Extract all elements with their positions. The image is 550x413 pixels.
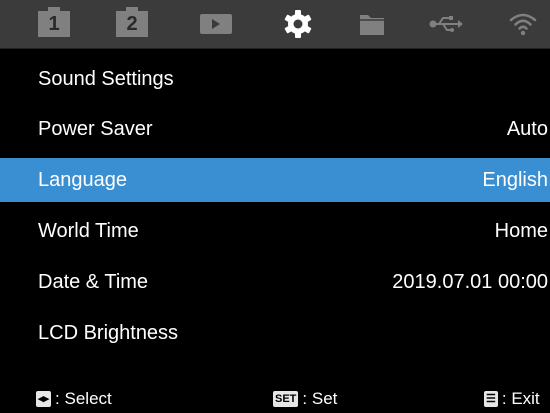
tab-playback[interactable] bbox=[190, 0, 242, 48]
tab-1-number: 1 bbox=[48, 13, 60, 35]
menu-item-date-time[interactable]: Date & Time 2019.07.01 00:00 bbox=[0, 260, 550, 304]
menu-item-lcd-brightness[interactable]: LCD Brightness bbox=[0, 311, 550, 355]
tab-shooting-1[interactable]: 1 bbox=[28, 0, 80, 48]
menu-item-label: Language bbox=[38, 168, 127, 191]
menu-item-sound-settings[interactable]: Sound Settings bbox=[0, 57, 550, 101]
tab-usb[interactable] bbox=[416, 0, 476, 48]
usb-icon bbox=[429, 16, 463, 32]
menu-item-world-time[interactable]: World Time Home bbox=[0, 209, 550, 253]
menu-item-value: English bbox=[482, 168, 548, 191]
hint-set-label: : Set bbox=[302, 389, 338, 408]
tab-setup[interactable] bbox=[270, 0, 326, 48]
menu-item-label: Power Saver bbox=[38, 117, 153, 140]
camera-2-icon: 2 bbox=[116, 7, 148, 37]
tab-shooting-2[interactable]: 2 bbox=[106, 0, 158, 48]
menu-item-label: World Time bbox=[38, 219, 139, 242]
hint-exit: ☰ : Exit bbox=[484, 389, 540, 409]
menu-item-value: Home bbox=[494, 219, 548, 242]
tab-divider bbox=[0, 48, 550, 49]
tab-2-number: 2 bbox=[126, 13, 138, 35]
footer-hints: ◂▸ : Select SET : Set ☰ : Exit bbox=[0, 383, 550, 413]
menu-item-label: Date & Time bbox=[38, 270, 149, 293]
dpad-key-icon: ◂▸ bbox=[36, 391, 52, 407]
hint-exit-label: : Exit bbox=[501, 389, 540, 408]
tab-bar: 1 2 bbox=[0, 0, 550, 48]
menu-item-value: Auto bbox=[506, 117, 548, 140]
playback-icon bbox=[200, 14, 232, 34]
menu-key-icon: ☰ bbox=[484, 391, 498, 407]
menu-item-value: 2019.07.01 00:00 bbox=[392, 270, 548, 293]
menu-item-label: LCD Brightness bbox=[38, 321, 179, 344]
hint-select: ◂▸ : Select bbox=[36, 389, 112, 409]
camera-1-icon: 1 bbox=[38, 7, 70, 37]
menu-item-label: Sound Settings bbox=[38, 67, 174, 90]
wifi-icon bbox=[509, 13, 537, 36]
menu-item-power-saver[interactable]: Power Saver Auto bbox=[0, 107, 550, 151]
folder-icon bbox=[360, 15, 384, 35]
set-key-icon: SET bbox=[273, 391, 299, 407]
hint-set: SET : Set bbox=[273, 389, 337, 409]
tab-files[interactable] bbox=[346, 0, 398, 48]
tab-wifi[interactable] bbox=[500, 0, 546, 48]
menu-item-language[interactable]: Language English bbox=[0, 158, 550, 202]
gear-icon bbox=[284, 10, 312, 38]
hint-select-label: : Select bbox=[55, 389, 112, 408]
